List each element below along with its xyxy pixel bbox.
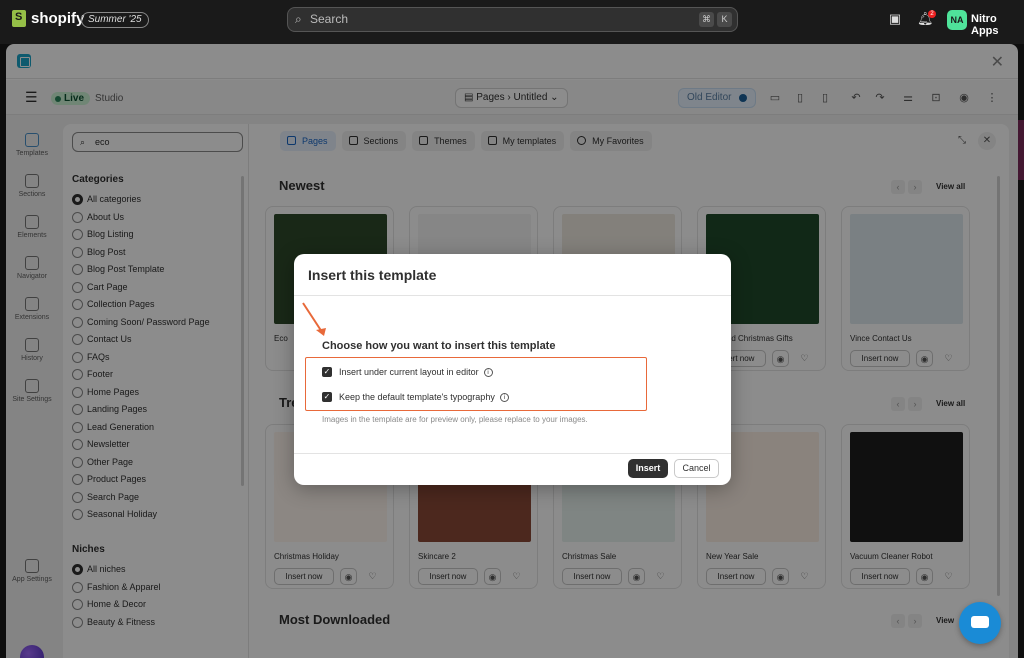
check-icon[interactable]: ✓ [322, 392, 332, 402]
cancel-button[interactable]: Cancel [674, 459, 719, 478]
dialog-subtitle: Choose how you want to insert this templ… [322, 340, 556, 352]
search-icon: ⌕ [295, 12, 302, 26]
keep-typography-checkbox[interactable]: ✓ Keep the default template's typography i [322, 391, 509, 403]
insert-under-layout-checkbox[interactable]: ✓ Insert under current layout in editor i [322, 366, 493, 378]
insert-template-dialog: Insert this template Choose how you want… [294, 254, 731, 485]
checkbox-label: Insert under current layout in editor [339, 367, 479, 377]
info-icon[interactable]: i [499, 393, 509, 403]
divider [294, 295, 731, 296]
check-icon[interactable]: ✓ [322, 367, 332, 377]
edition-badge[interactable]: Summer '25 [81, 12, 149, 28]
search-placeholder: Search [310, 12, 349, 26]
k-key: K [717, 12, 732, 27]
shopify-bag-icon [12, 10, 26, 27]
store-icon[interactable]: ▣ [887, 11, 903, 27]
shopify-topbar: shopify Summer '25 ⌕ Search ⌘ K ▣ 🔔︎ 2 N… [0, 0, 1024, 40]
store-avatar[interactable]: NA [947, 10, 967, 30]
brand-name: shopify [31, 10, 85, 27]
dialog-title: Insert this template [308, 267, 437, 283]
store-name[interactable]: Nitro Apps [971, 13, 1024, 37]
checkbox-label: Keep the default template's typography [339, 392, 495, 402]
info-icon[interactable]: i [483, 368, 493, 378]
cmd-key: ⌘ [699, 12, 714, 27]
global-search[interactable]: ⌕ Search ⌘ K [287, 7, 738, 32]
divider [294, 453, 731, 454]
notification-badge: 2 [928, 10, 936, 18]
shopify-logo[interactable]: shopify [12, 10, 84, 27]
insert-button[interactable]: Insert [628, 459, 668, 478]
chat-icon[interactable] [959, 602, 1001, 644]
dialog-note: Images in the template are for preview o… [322, 415, 588, 424]
annotation-arrow-icon [302, 302, 326, 336]
